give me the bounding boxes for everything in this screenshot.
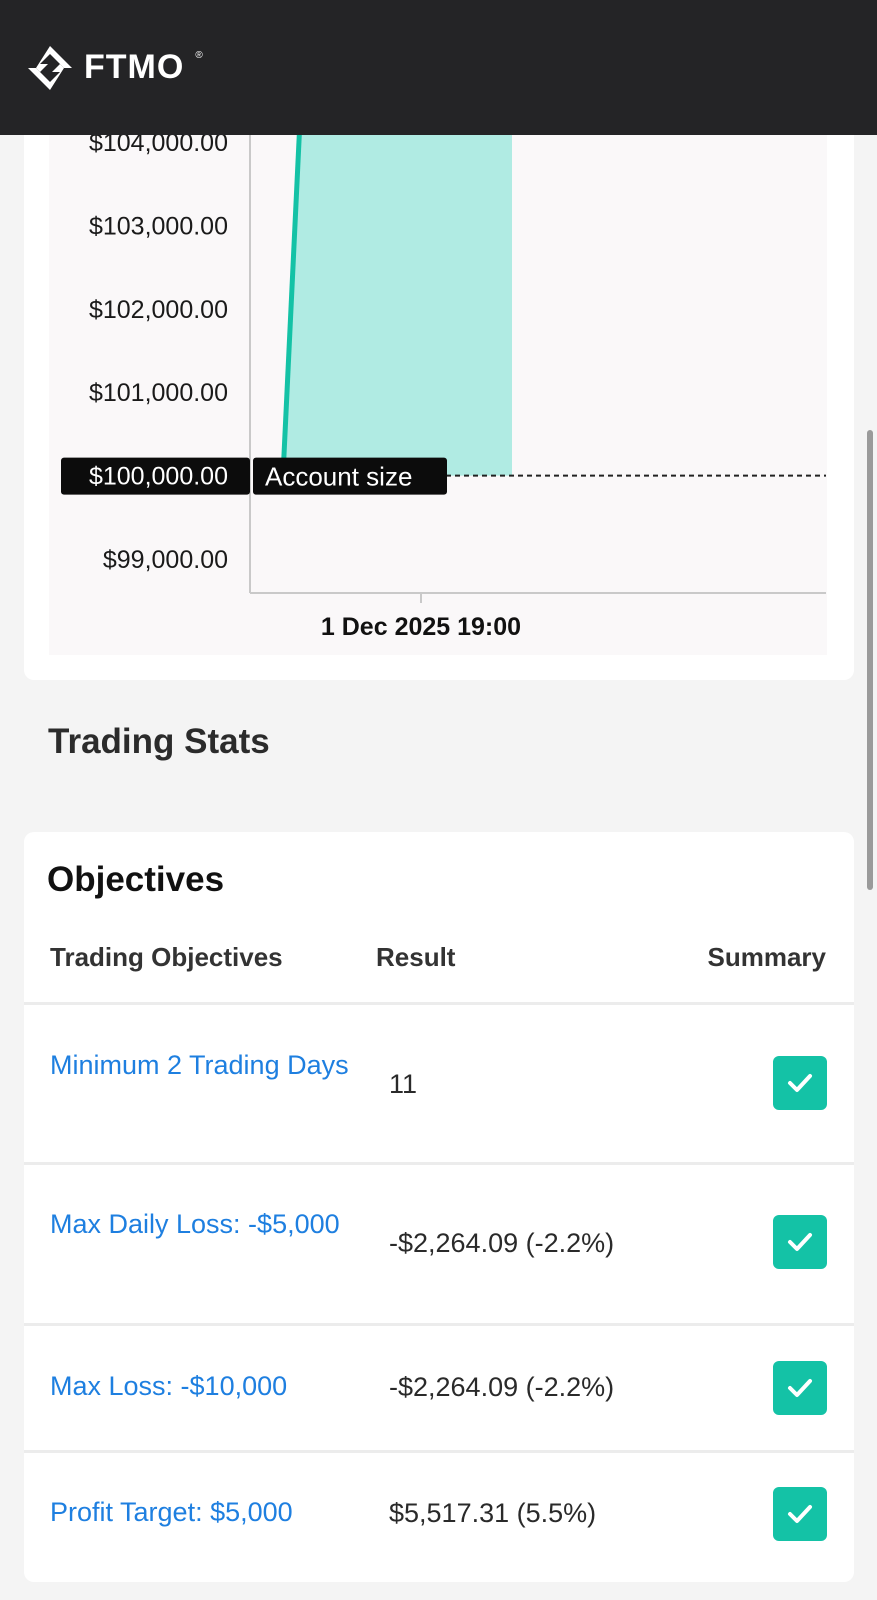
y-tick-label: $101,000.00 [89,379,228,407]
x-tick-label: 1 Dec 2025 19:00 [321,613,521,641]
objective-label[interactable]: Profit Target: $5,000 [50,1490,350,1535]
brand-name: FTMO [84,48,185,86]
objectives-card: Objectives Trading Objectives Result Sum… [24,832,854,1582]
y-tick-label: $99,000.00 [103,546,228,574]
column-header-result: Result [376,942,456,972]
column-header-summary: Summary [707,942,827,972]
objective-result: $5,517.31 (5.5%) [389,1498,597,1528]
registered-mark: ® [195,50,203,61]
objectives-title: Objectives [47,860,225,899]
objective-label[interactable]: Minimum 2 Trading Days [50,1043,350,1088]
y-tick-label: $100,000.00 [89,463,228,491]
passed-check-icon [773,1056,827,1110]
objective-result: -$2,264.09 (-2.2%) [389,1228,615,1258]
trading-stats-title: Trading Stats [48,722,270,761]
objective-label[interactable]: Max Loss: -$10,000 [50,1364,350,1409]
objective-row-profit-target: Profit Target: $5,000 $5,517.31 (5.5%) [24,1450,854,1577]
objective-label[interactable]: Max Daily Loss: -$5,000 [50,1202,350,1247]
account-size-label: Account size [265,462,412,492]
column-header-objectives: Trading Objectives [50,942,283,972]
page-scrollbar[interactable] [867,430,873,890]
ftmo-logo-icon [28,45,72,90]
objective-row-min-trading-days: Minimum 2 Trading Days 11 [24,1002,854,1164]
ftmo-logo[interactable]: FTMO ® [26,44,203,92]
passed-check-icon [773,1215,827,1269]
objective-row-max-daily-loss: Max Daily Loss: -$5,000 -$2,264.09 (-2.2… [24,1162,854,1324]
objectives-table-header: Trading Objectives Result Summary [24,942,854,996]
top-bar: FTMO ® [0,0,877,135]
objective-row-max-loss: Max Loss: -$10,000 -$2,264.09 (-2.2%) [24,1323,854,1450]
y-tick-label: $103,000.00 [89,212,228,240]
objective-result: 11 [389,1069,418,1099]
passed-check-icon [773,1487,827,1541]
passed-check-icon [773,1361,827,1415]
objective-result: -$2,264.09 (-2.2%) [389,1372,615,1402]
y-tick-label: $102,000.00 [89,296,228,324]
